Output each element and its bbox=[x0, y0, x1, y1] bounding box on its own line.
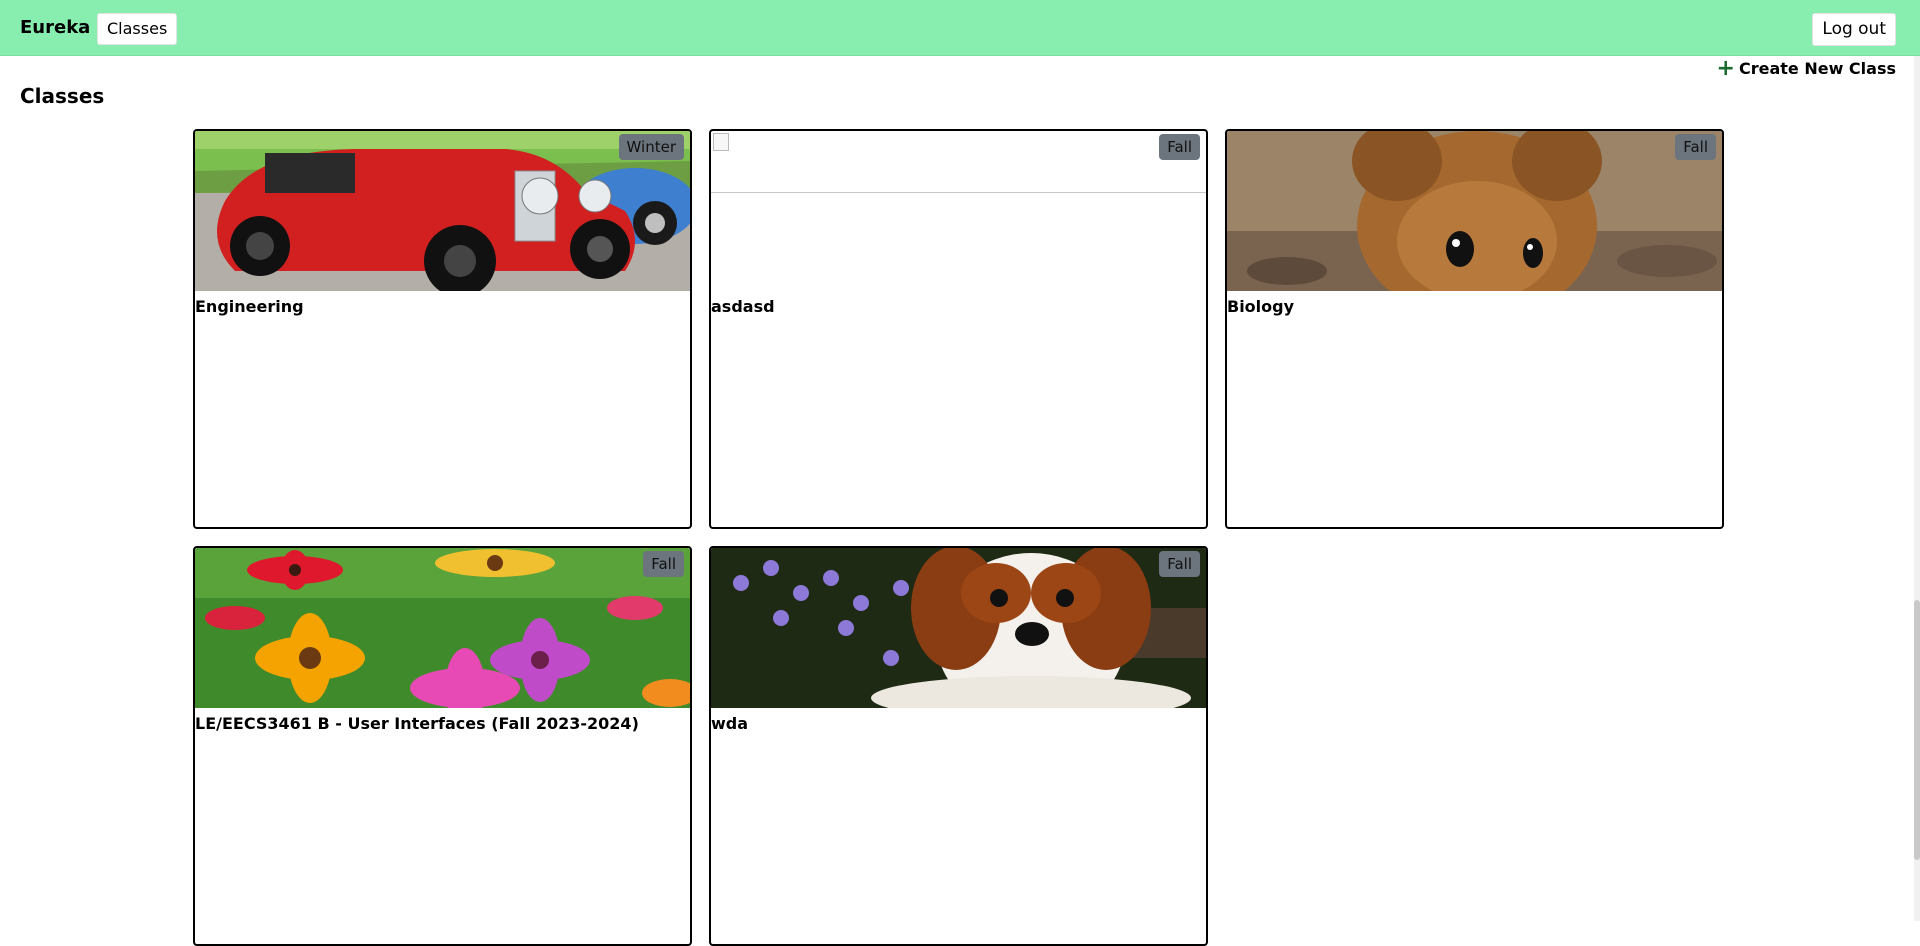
top-navbar: Eureka Classes Log out bbox=[0, 0, 1920, 56]
page-title: Classes bbox=[20, 84, 105, 108]
red-car-image bbox=[195, 131, 690, 291]
class-card[interactable]: Fall asdasd bbox=[709, 129, 1208, 529]
term-badge: Fall bbox=[1159, 134, 1200, 160]
term-badge: Fall bbox=[1159, 551, 1200, 577]
flowers-image bbox=[195, 548, 690, 708]
term-badge: Fall bbox=[1675, 134, 1716, 160]
brand-logo[interactable]: Eureka bbox=[20, 17, 90, 38]
class-card[interactable]: Fall LE/EECS3461 B - User Interfaces (Fa… bbox=[193, 546, 692, 946]
nav-classes-button[interactable]: Classes bbox=[97, 13, 178, 45]
class-image: Winter bbox=[195, 131, 690, 291]
term-badge: Winter bbox=[618, 134, 684, 160]
term-badge: Fall bbox=[643, 551, 684, 577]
class-title[interactable]: Biology bbox=[1227, 297, 1722, 316]
plus-icon: + bbox=[1716, 55, 1735, 81]
puppy-image bbox=[711, 548, 1206, 708]
image-divider bbox=[711, 192, 1206, 193]
class-card[interactable]: Fall wda bbox=[709, 546, 1208, 946]
broken-image-icon bbox=[713, 133, 729, 151]
class-card[interactable]: Fall Biology bbox=[1225, 129, 1724, 529]
create-new-class-button[interactable]: + Create New Class bbox=[1716, 55, 1896, 81]
logout-button[interactable]: Log out bbox=[1812, 13, 1896, 46]
class-image: Fall bbox=[1227, 131, 1722, 291]
mouse-image bbox=[1227, 131, 1722, 291]
class-title[interactable]: Engineering bbox=[195, 297, 690, 316]
class-card[interactable]: Winter Engineering bbox=[193, 129, 692, 529]
class-image: Fall bbox=[711, 131, 1206, 193]
class-title[interactable]: wda bbox=[711, 714, 1206, 733]
class-image: Fall bbox=[195, 548, 690, 708]
class-image: Fall bbox=[711, 548, 1206, 708]
class-title[interactable]: asdasd bbox=[711, 297, 1206, 316]
create-new-class-label: Create New Class bbox=[1738, 59, 1896, 78]
class-title[interactable]: LE/EECS3461 B - User Interfaces (Fall 20… bbox=[195, 714, 690, 733]
scrollbar-thumb[interactable] bbox=[1914, 600, 1920, 860]
